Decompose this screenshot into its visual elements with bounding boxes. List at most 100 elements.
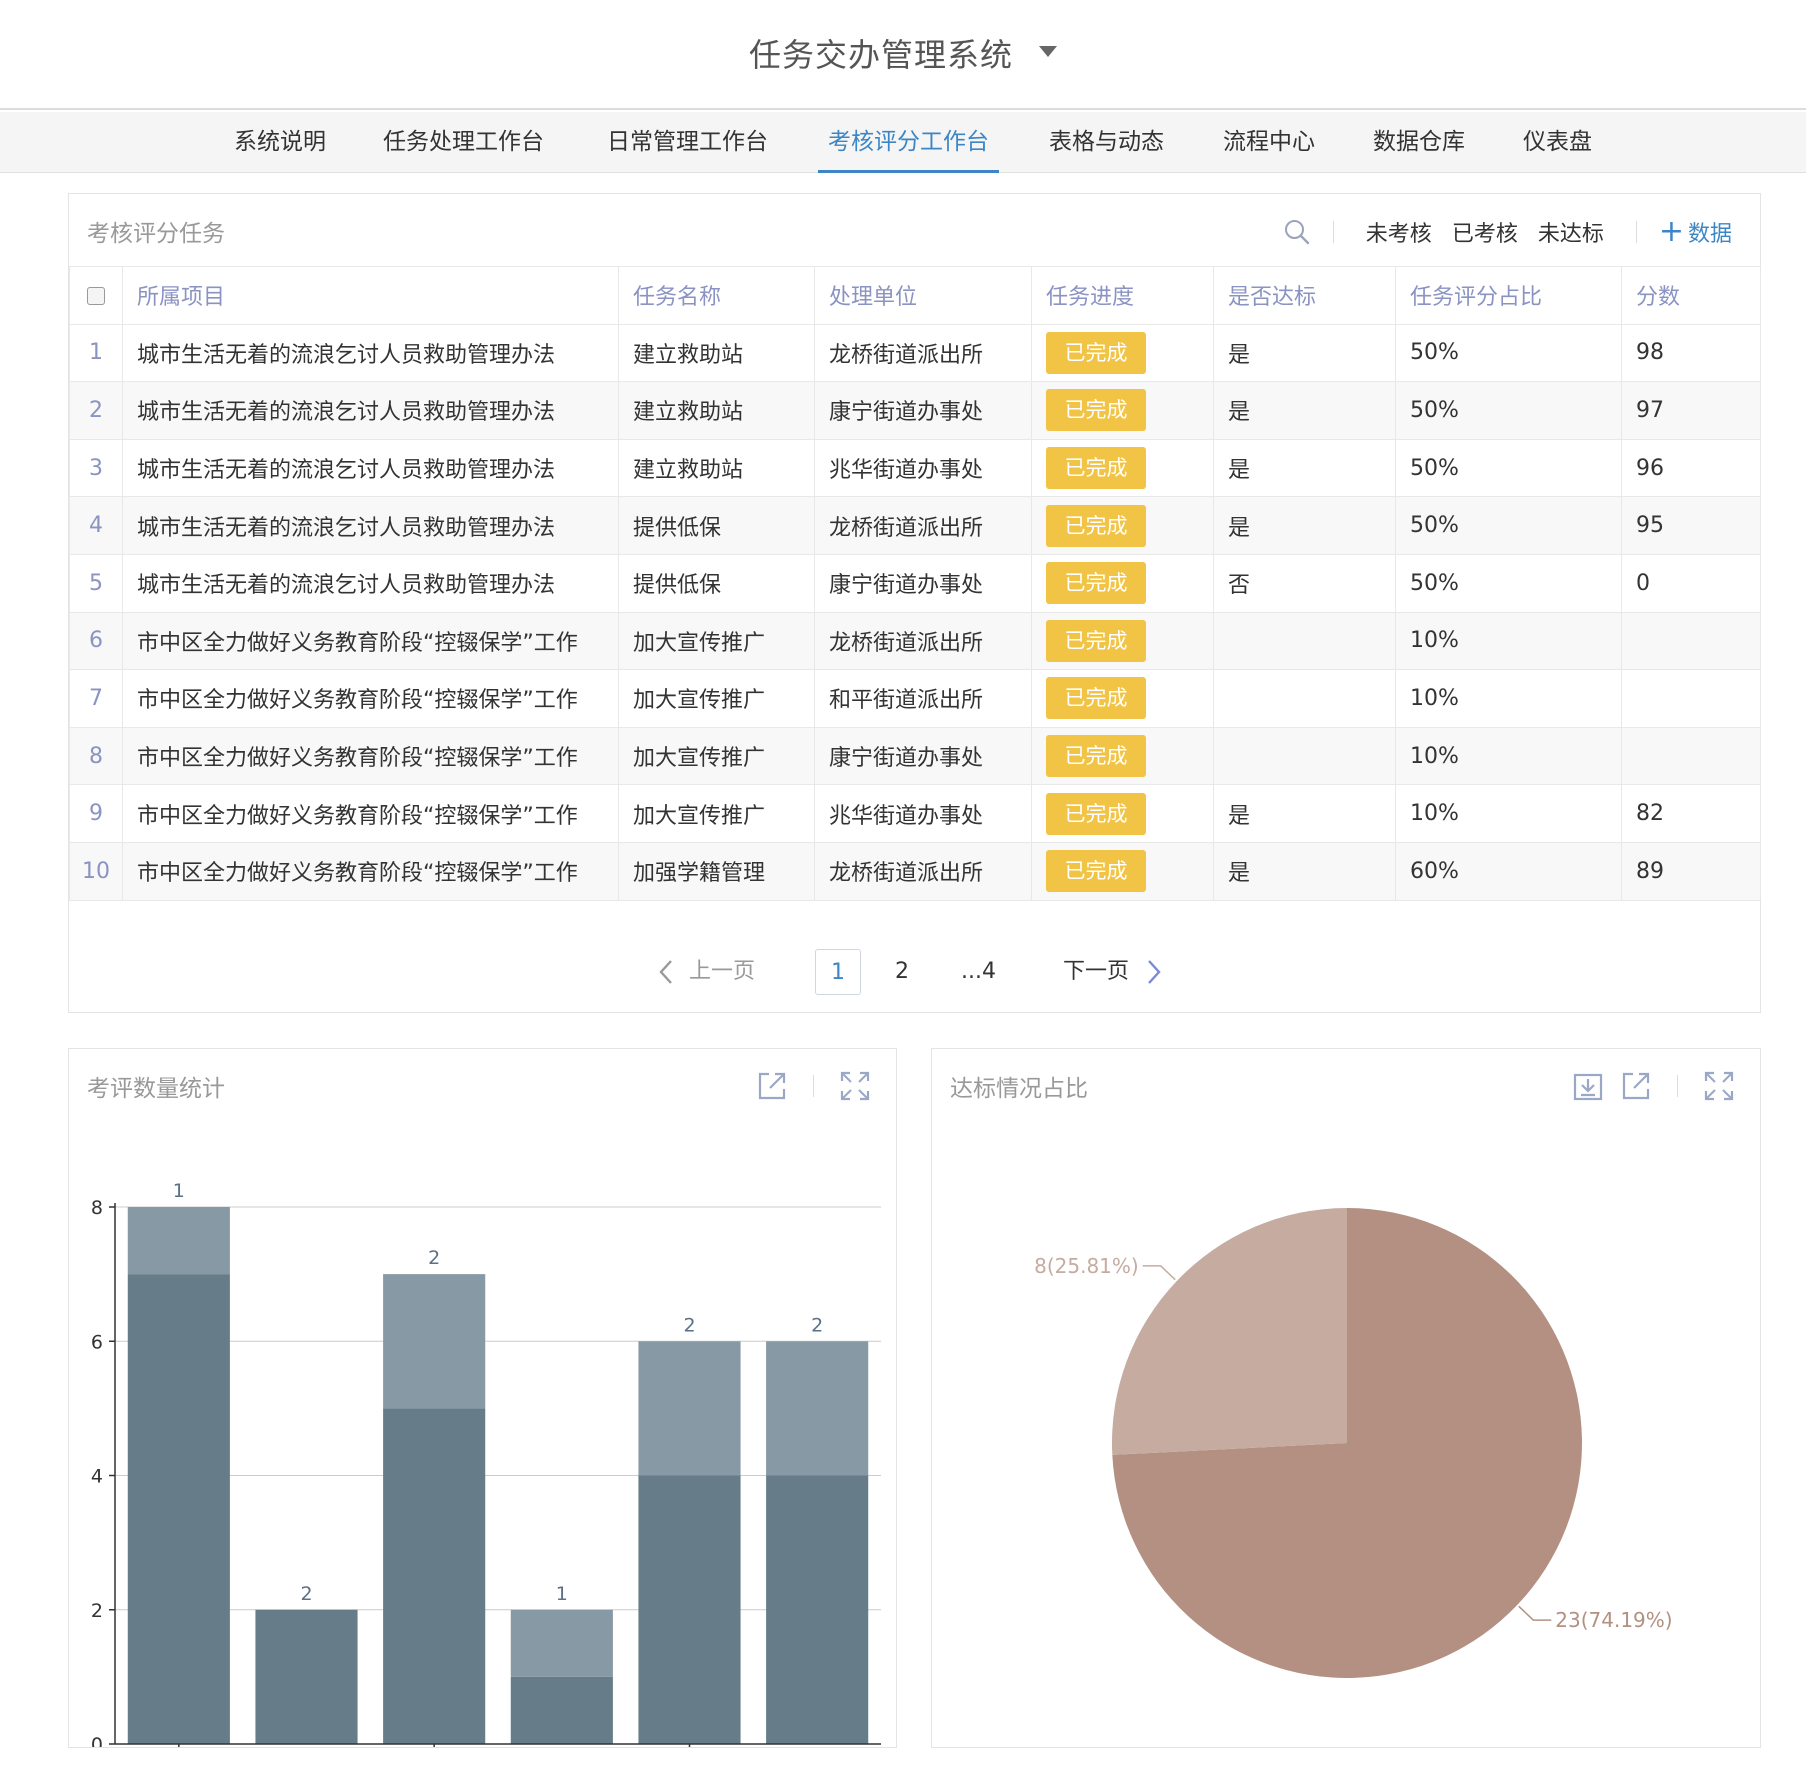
tab-daily-workbench[interactable]: 日常管理工作台 xyxy=(607,112,768,173)
toolbar-divider xyxy=(1677,1075,1678,1097)
pass-cell: 否 xyxy=(1213,553,1396,613)
data-label: 1 xyxy=(556,1583,568,1605)
table-row[interactable]: 1 城市生活无着的流浪乞讨人员救助管理办法 建立救助站 龙桥街道派出所 已完成 是 50% 9… xyxy=(69,323,1761,383)
status-badge: 已完成 xyxy=(1046,389,1146,432)
project-cell: 市中区全力做好义务教育阶段“控辍保学”工作 xyxy=(122,726,619,786)
add-data-button[interactable]: + 数据 xyxy=(1659,216,1732,248)
task-name-cell: 加大宣传推广 xyxy=(618,726,815,786)
page-last-button[interactable]: ...4 xyxy=(961,949,996,995)
status-badge: 已完成 xyxy=(1046,504,1146,547)
column-header[interactable]: 所属项目 xyxy=(122,266,619,325)
unit-cell: 龙桥街道派出所 xyxy=(814,841,1032,901)
status-cell: 已完成 xyxy=(1031,611,1214,671)
table-header-row: 所属项目 任务名称 处理单位 任务进度 是否达标 任务评分占比 分数 xyxy=(69,266,1761,325)
toolbar-divider xyxy=(813,1075,814,1097)
bar-top xyxy=(638,1341,741,1476)
next-page-button[interactable]: 下一页 xyxy=(1063,949,1163,995)
table-row[interactable]: 7 市中区全力做好义务教育阶段“控辍保学”工作 加大宣传推广 和平街道派出所 已完成 10… xyxy=(69,669,1761,728)
status-cell: 已完成 xyxy=(1031,669,1214,728)
table-row[interactable]: 2 城市生活无着的流浪乞讨人员救助管理办法 建立救助站 康宁街道办事处 已完成 是 50% 9… xyxy=(69,381,1761,440)
toolbar-divider xyxy=(1332,221,1334,243)
chevron-left-icon xyxy=(659,960,672,984)
score-cell: 96 xyxy=(1621,438,1761,498)
column-header[interactable]: 处理单位 xyxy=(814,266,1032,325)
tab-data-warehouse[interactable]: 数据仓库 xyxy=(1373,112,1465,173)
filter-unassessed[interactable]: 未考核 xyxy=(1366,216,1432,248)
ratio-cell: 50% xyxy=(1395,553,1622,613)
bar-base xyxy=(127,1274,230,1744)
score-cell xyxy=(1621,611,1761,671)
status-badge: 已完成 xyxy=(1046,619,1146,662)
prev-page-button[interactable]: 上一页 xyxy=(657,949,755,995)
pie-label: 23(74.19%) xyxy=(1555,1608,1672,1632)
tab-dashboard[interactable]: 仪表盘 xyxy=(1523,112,1592,173)
task-name-cell: 加强学籍管理 xyxy=(618,841,815,901)
tab-assessment-workbench[interactable]: 考核评分工作台 xyxy=(818,112,999,173)
tab-process-center[interactable]: 流程中心 xyxy=(1223,112,1315,173)
ratio-cell: 10% xyxy=(1395,726,1622,786)
assessment-count-panel: 考评数量统计 0246812019年02月222019年04月122019年06… xyxy=(68,1048,897,1748)
prev-page-label: 上一页 xyxy=(689,959,756,984)
data-label: 2 xyxy=(428,1247,440,1269)
pass-cell: 是 xyxy=(1213,323,1396,383)
search-icon[interactable] xyxy=(1283,218,1311,246)
filter-not-met[interactable]: 未达标 xyxy=(1538,216,1604,248)
filter-assessed[interactable]: 已考核 xyxy=(1452,216,1518,248)
unit-cell: 龙桥街道派出所 xyxy=(814,611,1032,671)
table-row[interactable]: 10 市中区全力做好义务教育阶段“控辍保学”工作 加强学籍管理 龙桥街道派出所 已完成 是… xyxy=(69,841,1761,901)
select-all-checkbox[interactable] xyxy=(87,286,105,305)
row-index: 8 xyxy=(69,726,123,786)
fullscreen-icon[interactable] xyxy=(1702,1069,1736,1103)
column-header[interactable]: 任务名称 xyxy=(618,266,815,325)
fullscreen-icon[interactable] xyxy=(838,1069,872,1103)
unit-cell: 和平街道派出所 xyxy=(814,669,1032,728)
table-row[interactable]: 5 城市生活无着的流浪乞讨人员救助管理办法 提供低保 康宁街道办事处 已完成 否 50% 0 xyxy=(69,553,1761,613)
status-cell: 已完成 xyxy=(1031,553,1214,613)
open-external-icon[interactable] xyxy=(1619,1069,1653,1103)
pagination: 上一页 1 2 ...4 下一页 xyxy=(69,949,1760,995)
bar-top xyxy=(510,1609,613,1677)
column-header[interactable]: 是否达标 xyxy=(1213,266,1396,325)
column-header[interactable]: 任务进度 xyxy=(1031,266,1214,325)
pass-cell: 是 xyxy=(1213,496,1396,555)
open-external-icon[interactable] xyxy=(755,1069,789,1103)
bar-top xyxy=(383,1274,486,1409)
select-all-cell xyxy=(69,266,123,325)
table-row[interactable]: 9 市中区全力做好义务教育阶段“控辍保学”工作 加大宣传推广 兆华街道办事处 已完成 是 1… xyxy=(69,784,1761,843)
status-cell: 已完成 xyxy=(1031,496,1214,555)
task-name-cell: 提供低保 xyxy=(618,496,815,555)
tab-system-description[interactable]: 系统说明 xyxy=(234,112,326,173)
score-cell: 95 xyxy=(1621,496,1761,555)
project-cell: 市中区全力做好义务教育阶段“控辍保学”工作 xyxy=(122,841,619,901)
status-badge: 已完成 xyxy=(1046,850,1146,893)
ratio-cell: 50% xyxy=(1395,323,1622,383)
table-row[interactable]: 8 市中区全力做好义务教育阶段“控辍保学”工作 加大宣传推广 康宁街道办事处 已完成 10… xyxy=(69,726,1761,786)
bar-top xyxy=(766,1341,869,1476)
table-row[interactable]: 6 市中区全力做好义务教育阶段“控辍保学”工作 加大宣传推广 龙桥街道派出所 已完成 10… xyxy=(69,611,1761,671)
ratio-cell: 10% xyxy=(1395,784,1622,843)
score-cell: 0 xyxy=(1621,553,1761,613)
tab-task-workbench[interactable]: 任务处理工作台 xyxy=(383,112,544,173)
row-index: 9 xyxy=(69,784,123,843)
bar-chart: 0246812019年02月222019年04月122019年06月2 xyxy=(91,1180,881,1747)
status-badge: 已完成 xyxy=(1046,735,1146,778)
table-row[interactable]: 4 城市生活无着的流浪乞讨人员救助管理办法 提供低保 龙桥街道派出所 已完成 是 50% 95 xyxy=(69,496,1761,555)
column-header[interactable]: 分数 xyxy=(1621,266,1761,325)
bar-top xyxy=(127,1207,230,1275)
app-title-dropdown[interactable]: 任务交办管理系统 xyxy=(0,30,1806,76)
pass-cell: 是 xyxy=(1213,438,1396,498)
task-name-cell: 建立救助站 xyxy=(618,381,815,440)
tab-tables-dynamics[interactable]: 表格与动态 xyxy=(1049,112,1164,173)
unit-cell: 康宁街道办事处 xyxy=(814,381,1032,440)
ratio-cell: 10% xyxy=(1395,669,1622,728)
plus-icon: + xyxy=(1658,214,1684,249)
status-badge: 已完成 xyxy=(1046,331,1146,374)
page-1-button[interactable]: 1 xyxy=(815,949,861,995)
status-badge: 已完成 xyxy=(1046,677,1146,720)
page-2-button[interactable]: 2 xyxy=(895,949,909,995)
download-icon[interactable] xyxy=(1571,1069,1605,1103)
task-table: 所属项目 任务名称 处理单位 任务进度 是否达标 任务评分占比 分数 1 城市生活… xyxy=(69,266,1761,901)
pie-label: 8(25.81%) xyxy=(1034,1254,1139,1278)
table-row[interactable]: 3 城市生活无着的流浪乞讨人员救助管理办法 建立救助站 兆华街道办事处 已完成 是 50% 9… xyxy=(69,438,1761,498)
column-header[interactable]: 任务评分占比 xyxy=(1395,266,1622,325)
